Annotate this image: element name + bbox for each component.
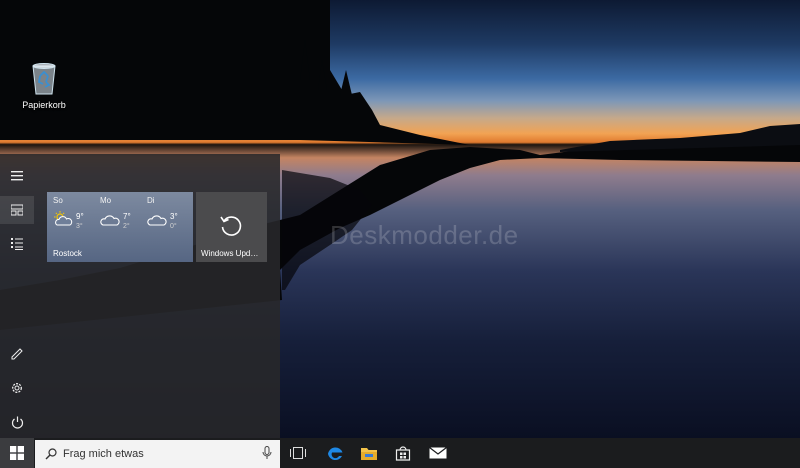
- cortana-search-box[interactable]: Frag mich etwas: [35, 440, 280, 468]
- forecast-low-3: 0°: [170, 223, 177, 230]
- forecast-high-1: 9°: [76, 212, 84, 221]
- mail-icon: [429, 447, 447, 459]
- forecast-low-1: 3°: [76, 223, 83, 230]
- start-menu: So Mo Di 9° 3° 7° 2° 3° 0° Rostock Windo…: [0, 154, 280, 438]
- search-icon: [45, 448, 57, 460]
- cloud-icon: [100, 215, 120, 226]
- watermark-text: Deskmodder.de: [330, 220, 519, 250]
- start-button[interactable]: [0, 438, 34, 468]
- windows-update-tile[interactable]: Windows Upd…: [196, 192, 267, 262]
- forecast-day-1: So: [53, 196, 63, 205]
- refresh-icon: [220, 216, 242, 236]
- weather-tile[interactable]: So Mo Di 9° 3° 7° 2° 3° 0° Rostock: [47, 192, 193, 262]
- weather-city: Rostock: [53, 249, 82, 258]
- edge-icon: [328, 447, 343, 461]
- hamburger-menu-icon: [11, 171, 23, 181]
- expand-menu-button[interactable]: [0, 162, 34, 190]
- task-view-button[interactable]: [281, 438, 315, 468]
- microphone-icon[interactable]: [262, 446, 272, 460]
- power-button[interactable]: [0, 408, 34, 436]
- forecast-day-3: Di: [147, 196, 155, 205]
- windows-logo-icon: [10, 446, 24, 460]
- search-placeholder: Frag mich etwas: [63, 448, 144, 460]
- pen-icon: [11, 348, 23, 360]
- start-menu-rail: [0, 154, 34, 438]
- edge-browser-button[interactable]: [318, 438, 352, 468]
- forecast-low-2: 2°: [123, 223, 130, 230]
- store-icon: [395, 446, 411, 461]
- recycle-bin-label: Papierkorb: [22, 100, 66, 110]
- store-button[interactable]: [386, 438, 420, 468]
- ink-workspace-button[interactable]: [0, 340, 34, 368]
- task-view-icon: [290, 447, 306, 459]
- tiles-view-icon: [11, 204, 23, 216]
- taskbar: Frag mich etwas: [0, 438, 800, 468]
- mail-button[interactable]: [421, 438, 455, 468]
- file-explorer-button[interactable]: [352, 438, 386, 468]
- cloud-icon: [147, 215, 167, 226]
- recycle-bin-icon: [28, 60, 60, 96]
- power-icon: [11, 416, 23, 429]
- forecast-day-2: Mo: [100, 196, 112, 205]
- gear-icon: [12, 383, 22, 393]
- tiles-view-button[interactable]: [0, 196, 34, 224]
- sun-cloud-icon: [54, 211, 73, 226]
- all-apps-button[interactable]: [0, 230, 34, 258]
- settings-button[interactable]: [0, 374, 34, 402]
- forecast-high-3: 3°: [170, 212, 178, 221]
- all-apps-list-icon: [11, 238, 23, 250]
- forecast-high-2: 7°: [123, 212, 131, 221]
- recycle-bin-desktop-icon[interactable]: Papierkorb: [14, 60, 74, 110]
- file-explorer-icon: [361, 448, 377, 460]
- windows-update-label: Windows Upd…: [201, 249, 259, 258]
